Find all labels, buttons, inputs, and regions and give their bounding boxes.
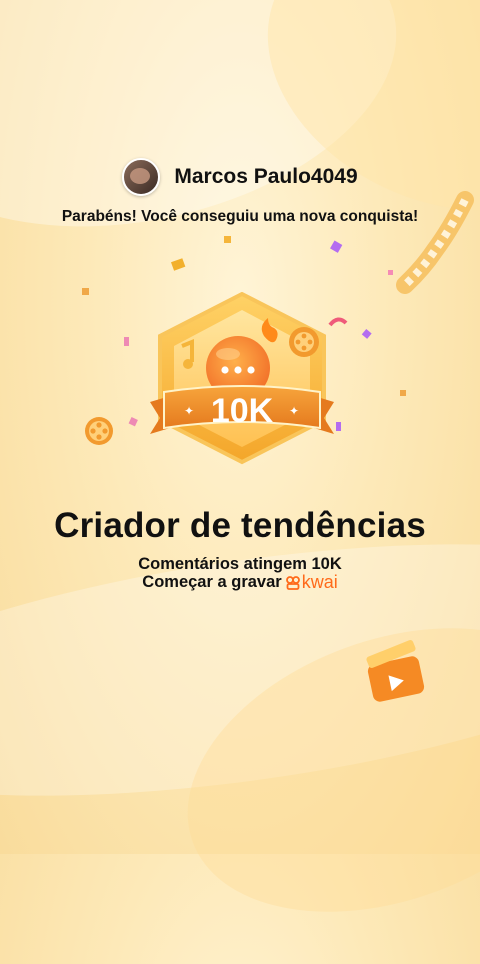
kwai-brand: kwai — [285, 572, 338, 593]
record-cta[interactable]: Começar a gravar kwai — [0, 572, 480, 593]
clapperboard-icon — [366, 639, 425, 702]
background-swoosh — [148, 576, 480, 964]
achievement-subtitle: Comentários atingem 10K — [138, 555, 342, 573]
avatar[interactable] — [122, 158, 161, 196]
congrats-message: Parabéns! Você conseguiu uma nova conqui… — [61, 208, 419, 225]
user-row: Marcos Paulo4049 — [0, 158, 480, 196]
kwai-logo-icon — [285, 575, 300, 590]
film-reel-icon — [85, 417, 113, 445]
record-text: Começar a gravar — [142, 573, 282, 591]
badge-label: 10K — [211, 392, 274, 430]
achievement-badge: ✦ ✦ 10K — [150, 292, 334, 465]
achievement-title: Criador de tendências — [54, 506, 426, 545]
svg-text:✦: ✦ — [289, 404, 299, 418]
username: Marcos Paulo4049 — [174, 165, 358, 188]
kwai-label: kwai — [301, 572, 338, 592]
svg-text:✦: ✦ — [184, 404, 194, 418]
